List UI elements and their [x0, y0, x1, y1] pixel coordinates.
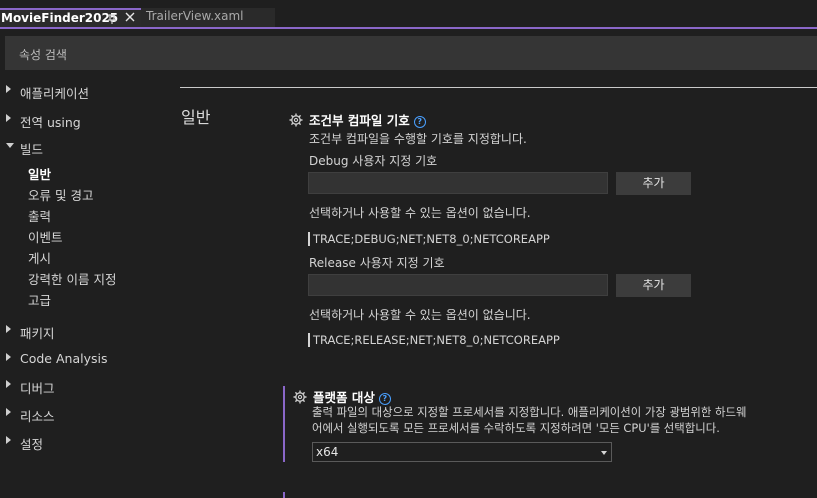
sidebar-subitem-general[interactable]: 일반 — [28, 164, 51, 183]
expand-arrow-icon[interactable] — [6, 351, 14, 363]
pin-icon[interactable] — [107, 11, 118, 25]
sidebar-subitem-events[interactable]: 이벤트 — [28, 227, 63, 246]
sidebar-item-label: 전역 using — [20, 115, 81, 130]
sidebar-item-label: 패키지 — [20, 326, 55, 341]
sidebar-subitem-errors-warnings[interactable]: 오류 및 경고 — [28, 185, 93, 204]
sidebar-item-settings[interactable]: 설정 — [0, 434, 170, 452]
sidebar-item-global-using[interactable]: 전역 using — [0, 112, 170, 130]
search-placeholder: 속성 검색 — [19, 48, 67, 62]
platform-description-line2: 어에서 실행되도록 모든 프로세서를 수락하도록 지정하려면 '모든 CPU'를… — [312, 421, 720, 435]
expand-arrow-icon[interactable] — [6, 323, 14, 335]
debug-add-button[interactable]: 추가 — [616, 172, 691, 195]
sidebar-item-debug[interactable]: 디버그 — [0, 378, 170, 396]
section-divider — [180, 87, 817, 88]
tab-title: TrailerView.xaml — [146, 9, 244, 23]
release-symbols-input[interactable] — [308, 274, 608, 296]
chevron-down-icon — [601, 451, 607, 455]
sidebar-subitem-advanced[interactable]: 고급 — [28, 290, 51, 309]
section-title: 일반 — [181, 108, 211, 127]
gear-icon — [293, 390, 307, 404]
debug-symbols-label: Debug 사용자 지정 기호 — [309, 154, 438, 168]
platform-target-dropdown[interactable]: x64 — [312, 442, 612, 462]
sidebar-subitem-strong-naming[interactable]: 강력한 이름 지정 — [28, 269, 116, 288]
debug-symbols-input[interactable] — [308, 172, 608, 194]
release-no-options-text: 선택하거나 사용할 수 있는 옵션이 없습니다. — [309, 308, 531, 322]
debug-no-options-text: 선택하거나 사용할 수 있는 옵션이 없습니다. — [309, 206, 531, 220]
property-search-input[interactable]: 속성 검색 — [5, 36, 817, 70]
release-add-button[interactable]: 추가 — [616, 274, 691, 297]
platform-description-line1: 출력 파일의 대상으로 지정할 프로세서를 지정합니다. 애플리케이션이 가장 … — [312, 405, 747, 419]
gear-icon — [289, 113, 303, 127]
dropdown-selected-value: x64 — [316, 445, 339, 459]
sidebar-item-label: Code Analysis — [20, 351, 108, 366]
sidebar-subitem-output[interactable]: 출력 — [28, 206, 51, 225]
heading-text: 플랫폼 대상 — [313, 390, 375, 405]
release-symbols-label: Release 사용자 지정 기호 — [309, 256, 445, 270]
sidebar-item-label: 리소스 — [20, 409, 55, 424]
sidebar-item-label: 빌드 — [20, 142, 44, 157]
expand-arrow-icon[interactable] — [6, 112, 14, 124]
release-defined-constants: TRACE;RELEASE;NET;NET8_0;NETCOREAPP — [308, 333, 560, 347]
collapse-arrow-icon[interactable] — [6, 139, 14, 151]
expand-arrow-icon[interactable] — [6, 378, 14, 390]
expand-arrow-icon[interactable] — [6, 406, 14, 418]
heading-text: 조건부 컴파일 기호 — [309, 113, 410, 128]
close-icon[interactable] — [124, 10, 136, 24]
sidebar-item-code-analysis[interactable]: Code Analysis — [0, 351, 170, 369]
sidebar-item-package[interactable]: 패키지 — [0, 323, 170, 341]
next-section-indicator — [283, 492, 285, 498]
sidebar-item-build[interactable]: 빌드 — [0, 139, 170, 157]
sidebar-subitem-publish[interactable]: 게시 — [28, 248, 51, 267]
tab-trailerview-xaml[interactable]: TrailerView.xaml — [141, 8, 275, 27]
conditional-symbols-heading: 조건부 컴파일 기호? — [309, 110, 426, 129]
sidebar-item-resources[interactable]: 리소스 — [0, 406, 170, 424]
tab-title: MovieFinder2025 — [1, 11, 119, 25]
expand-arrow-icon[interactable] — [6, 83, 14, 95]
sidebar-item-application[interactable]: 애플리케이션 — [0, 83, 170, 101]
selected-setting-indicator — [283, 386, 285, 462]
expand-arrow-icon[interactable] — [6, 434, 14, 446]
debug-defined-constants: TRACE;DEBUG;NET;NET8_0;NETCOREAPP — [308, 232, 550, 246]
sidebar-item-label: 설정 — [20, 437, 44, 452]
conditional-symbols-description: 조건부 컴파일을 수행할 기호를 지정합니다. — [309, 132, 527, 146]
tab-moviefinder2025[interactable]: MovieFinder2025 — [0, 8, 141, 27]
sidebar-item-label: 애플리케이션 — [20, 86, 90, 101]
tab-accent-line — [0, 27, 817, 29]
sidebar-item-label: 디버그 — [20, 381, 55, 396]
help-circle-icon[interactable]: ? — [413, 116, 426, 128]
